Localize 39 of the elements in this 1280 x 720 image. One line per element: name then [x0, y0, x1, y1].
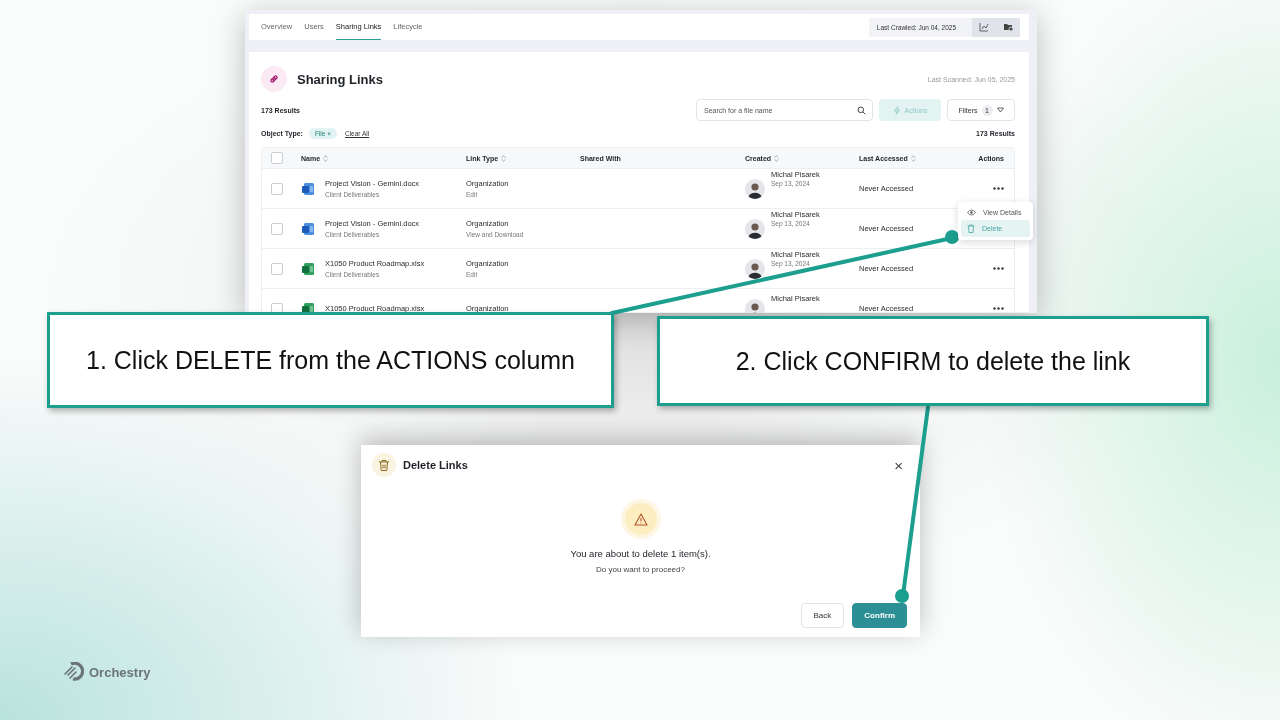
- dialog-title: Delete Links: [403, 459, 468, 471]
- checkbox[interactable]: [271, 262, 283, 275]
- confirm-button[interactable]: Confirm: [852, 603, 907, 628]
- back-button[interactable]: Back: [800, 603, 845, 628]
- folder-button[interactable]: [996, 17, 1020, 37]
- checkbox[interactable]: [271, 152, 283, 164]
- search-icon: [857, 105, 866, 115]
- trash-icon: [967, 224, 975, 233]
- avatar: [745, 258, 765, 279]
- eye-icon: [967, 209, 976, 216]
- lightning-icon: [892, 105, 901, 115]
- trash-icon: [372, 453, 396, 477]
- logo-icon: [62, 662, 84, 682]
- avatar: [745, 218, 765, 239]
- dialog-message: You are about to delete 1 item(s).: [570, 548, 711, 559]
- callout-text: 1. Click DELETE from the ACTIONS column: [86, 345, 575, 375]
- funnel-icon: [996, 106, 1004, 114]
- warning-icon: [624, 503, 657, 535]
- panel-title: Sharing Links: [297, 71, 383, 87]
- dialog-question: Do you want to proceed?: [596, 565, 685, 574]
- more-icon[interactable]: [993, 187, 1004, 190]
- more-icon[interactable]: [993, 267, 1004, 270]
- document-icon: [301, 221, 315, 236]
- callout-text: 2. Click CONFIRM to delete the link: [735, 346, 1131, 376]
- sort-icon[interactable]: [501, 154, 507, 162]
- folder-icon: [1002, 22, 1014, 32]
- sort-icon[interactable]: [323, 154, 329, 162]
- link-icon: [261, 66, 287, 92]
- chart-icon: [979, 22, 989, 32]
- more-icon[interactable]: [993, 307, 1004, 310]
- checkbox[interactable]: [271, 182, 283, 195]
- avatar: [745, 178, 765, 199]
- spreadsheet-icon: [301, 261, 315, 276]
- sort-icon[interactable]: [774, 154, 780, 162]
- sort-icon[interactable]: [910, 154, 916, 162]
- checkbox[interactable]: [271, 222, 283, 235]
- close-button[interactable]: ×: [894, 457, 903, 473]
- document-icon: [301, 181, 315, 196]
- logo-text: Orchestry: [89, 664, 151, 680]
